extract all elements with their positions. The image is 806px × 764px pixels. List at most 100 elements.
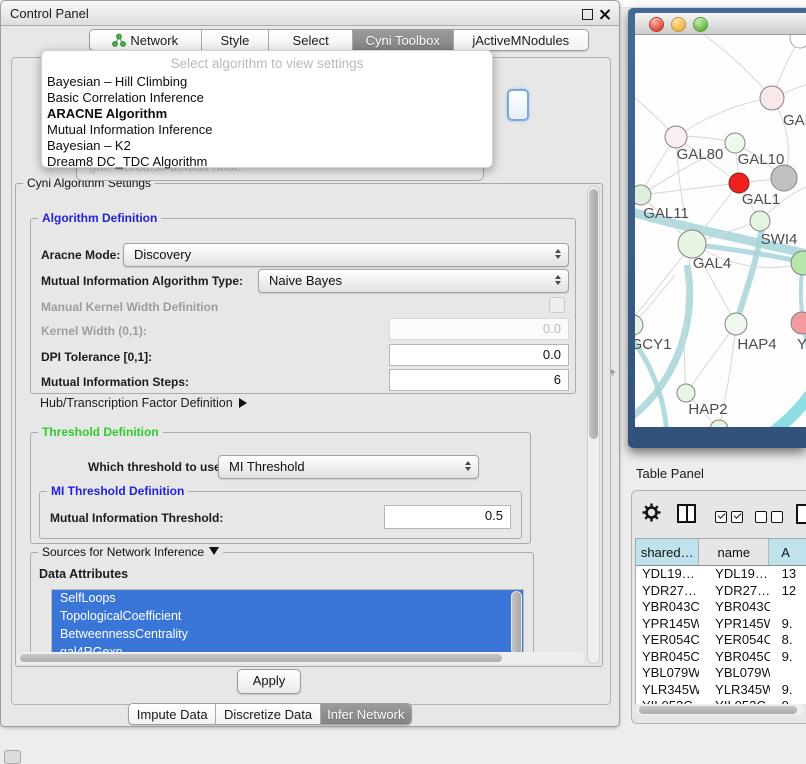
table-horizontal-scrollbar[interactable] (636, 704, 804, 715)
close-icon[interactable] (599, 9, 610, 20)
manual-kernel-width-checkbox[interactable] (549, 297, 565, 313)
tab-select[interactable]: Select (269, 30, 353, 50)
column-header-name[interactable]: name (699, 539, 769, 565)
mi-algorithm-type-label: Mutual Information Algorithm Type: (41, 274, 243, 288)
cell: YBR043C (636, 599, 699, 616)
column-header-shared-name[interactable]: shared… (636, 539, 699, 565)
main-tab-bar: Network Style Select Cyni Toolbox jActiv… (89, 29, 589, 51)
settings-horizontal-scrollbar[interactable] (18, 652, 584, 664)
mi-threshold-group-title: MI Threshold Definition (47, 484, 188, 498)
dpi-tolerance-input[interactable]: 0.0 (389, 344, 569, 366)
mi-threshold-input[interactable]: 0.5 (384, 505, 511, 529)
cell: YPR145W (699, 616, 769, 633)
attribute-list-scrollbar[interactable] (511, 591, 522, 655)
network-canvas[interactable]: GAL GAL80 GAL10 GAL1 GAL11 SWI4 GAL4 GCY… (635, 35, 806, 427)
aracne-mode-combo[interactable]: Discovery (123, 243, 569, 267)
cell: YBL079W (636, 665, 699, 682)
node-gal11[interactable] (635, 185, 651, 205)
node-label: GCY1 (635, 336, 671, 353)
node-hap4[interactable] (725, 313, 747, 335)
cell: YBR045C (636, 649, 699, 666)
attribute-item-selected[interactable]: BetweennessCentrality (52, 626, 523, 644)
hub-factor-expander[interactable]: Hub/Transcription Factor Definition (40, 396, 247, 410)
column-header-partial[interactable]: A (769, 539, 806, 565)
algorithm-option[interactable]: Dream8 DC_TDC Algorithm (47, 154, 477, 170)
export-table-icon[interactable] (796, 504, 806, 524)
combo-spinner-icon (465, 461, 471, 471)
tab-impute-data[interactable]: Impute Data (129, 704, 216, 724)
minimize-traffic-light[interactable] (671, 17, 686, 32)
mi-steps-input[interactable]: 6 (389, 369, 569, 391)
select-all-checkboxes-icon[interactable] (715, 508, 747, 526)
sources-group-title[interactable]: Sources for Network Inference (38, 545, 223, 559)
node-swi4[interactable] (750, 211, 770, 231)
table-settings-gear-icon[interactable] (642, 503, 661, 527)
manual-kernel-width-label: Manual Kernel Width Definition (41, 300, 218, 314)
control-panel-window: Control Panel Network Style Select Cyni … (0, 0, 620, 727)
node-attribute-table: shared… name A YDL19… YDL19… 13 YDR27… Y… (635, 538, 806, 704)
threshold-definition-title: Threshold Definition (38, 425, 163, 439)
table-row[interactable]: YDR27… YDR27… 12 (636, 583, 806, 600)
table-row[interactable]: YER054C YER054C 8. (636, 632, 806, 649)
algorithm-option[interactable]: Basic Correlation Inference (47, 90, 477, 106)
node[interactable] (710, 420, 728, 427)
which-threshold-label: Which threshold to use: (88, 460, 225, 474)
deselect-all-checkboxes-icon[interactable] (755, 508, 787, 526)
kernel-width-input[interactable]: 0.0 (389, 318, 569, 340)
popup-placeholder: Select algorithm to view settings (42, 56, 492, 71)
cell: YLR345W (636, 682, 699, 699)
table-row[interactable]: YDL19… YDL19… 13 (636, 566, 806, 583)
algorithm-option[interactable]: Bayesian – K2 (47, 138, 477, 154)
tab-network[interactable]: Network (90, 30, 202, 50)
tab-cyni-toolbox[interactable]: Cyni Toolbox (353, 30, 454, 50)
cell (770, 599, 806, 616)
tab-discretize-data[interactable]: Discretize Data (216, 704, 320, 724)
close-traffic-light[interactable] (649, 17, 664, 32)
table-row[interactable]: YBR043C YBR043C (636, 599, 806, 616)
focused-combo-fragment[interactable] (507, 89, 529, 121)
table-row[interactable]: YLR345W YLR345W 9. (636, 682, 806, 699)
table-row[interactable]: YBR045C YBR045C 9. (636, 649, 806, 666)
cell: YBL079W (699, 665, 769, 682)
node-gal[interactable] (760, 86, 784, 110)
node-gal10[interactable] (725, 133, 745, 153)
algorithm-option[interactable]: Bayesian – Hill Climbing (47, 74, 477, 90)
mi-algorithm-type-value: Naive Bayes (269, 273, 342, 288)
combo-spinner-icon (555, 275, 561, 285)
node[interactable] (790, 35, 806, 48)
node-gcy1[interactable] (635, 315, 643, 335)
tab-jactivemnodules[interactable]: jActiveMNodules (454, 30, 588, 50)
control-panel-titlebar: Control Panel (1, 1, 619, 26)
node-gal4[interactable] (678, 230, 706, 258)
algorithm-option-selected[interactable]: ARACNE Algorithm (47, 106, 477, 122)
attribute-item-selected[interactable]: TopologicalCoefficient (52, 608, 523, 626)
node-hap2[interactable] (677, 384, 695, 402)
node-salmon[interactable] (791, 312, 806, 334)
tab-style[interactable]: Style (202, 30, 270, 50)
tab-infer-network[interactable]: Infer Network (321, 704, 411, 724)
tab-label: jActiveMNodules (472, 33, 569, 48)
node-label: GAL (783, 112, 806, 129)
mi-algorithm-type-combo[interactable]: Naive Bayes (258, 269, 569, 293)
algorithm-definition-group: Algorithm Definition Aracne Mode: Discov… (30, 218, 576, 394)
node-label: GAL80 (677, 146, 724, 163)
algorithm-option[interactable]: Mutual Information Inference (47, 122, 477, 138)
float-window-icon[interactable] (582, 9, 593, 20)
table-panel-title: Table Panel (636, 466, 704, 481)
which-threshold-combo[interactable]: MI Threshold (218, 455, 479, 479)
node-gal80[interactable] (665, 126, 687, 148)
tab-label: Impute Data (137, 707, 208, 722)
node-gray[interactable] (771, 165, 797, 191)
node-gal1[interactable] (729, 173, 749, 193)
column-selector-icon[interactable] (677, 504, 696, 523)
settings-vertical-scrollbar[interactable] (587, 186, 600, 664)
sources-group: Sources for Network Inference Data Attri… (30, 552, 534, 657)
table-row[interactable]: YPR145W YPR145W 9. (636, 616, 806, 633)
mi-threshold-group: MI Threshold Definition Mutual Informati… (39, 491, 522, 539)
cell: 9. (770, 616, 806, 633)
table-row[interactable]: YBL079W YBL079W (636, 665, 806, 682)
apply-button[interactable]: Apply (237, 669, 301, 694)
node-label: GAL11 (643, 205, 689, 222)
attribute-item-selected[interactable]: SelfLoops (52, 590, 523, 608)
zoom-traffic-light[interactable] (693, 17, 708, 32)
